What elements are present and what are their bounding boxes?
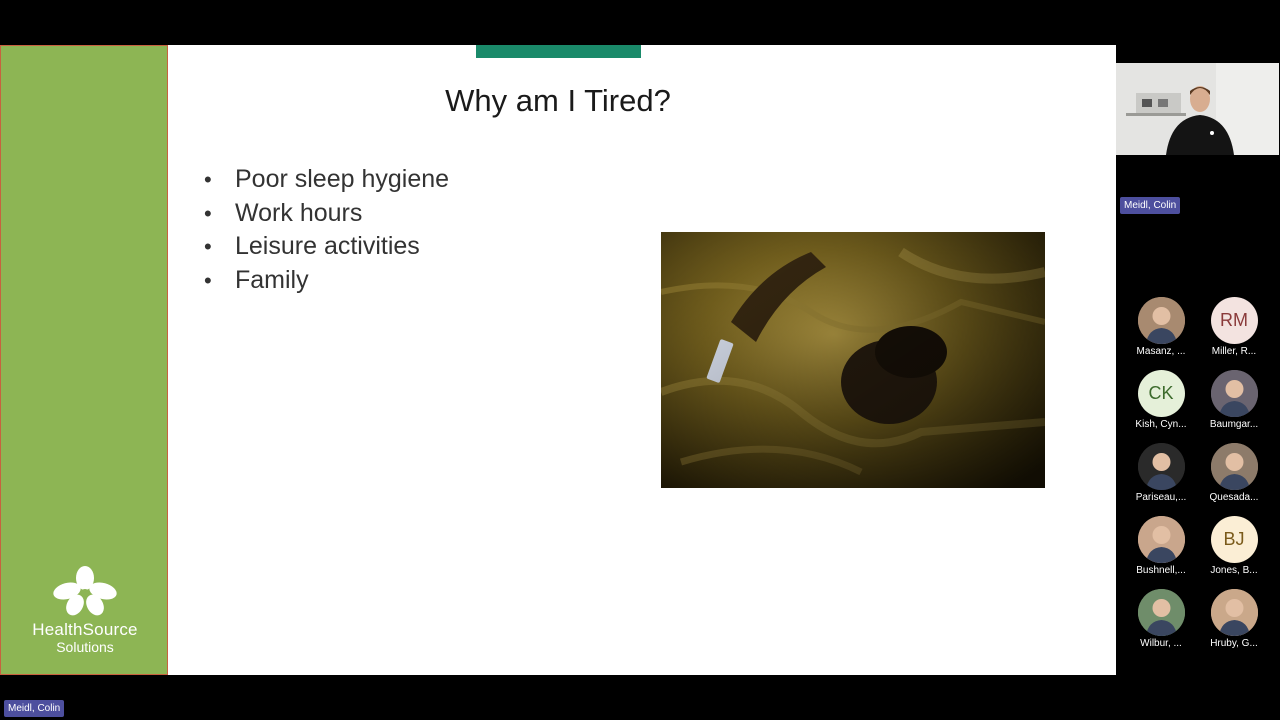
participant-name: Kish, Cyn... xyxy=(1135,419,1187,430)
participant-tile[interactable]: Bushnell,... xyxy=(1124,516,1198,576)
presentation-slide: HealthSource Solutions Why am I Tired? P… xyxy=(0,45,1116,675)
participant-avatar: CK xyxy=(1137,370,1185,417)
participant-avatar xyxy=(1137,589,1185,636)
participant-name: Pariseau,... xyxy=(1135,492,1187,503)
bullet-item: Family xyxy=(204,264,449,298)
participant-tile[interactable]: Quesada... xyxy=(1197,443,1271,503)
presenter-video[interactable] xyxy=(1116,63,1279,155)
participant-avatar xyxy=(1210,589,1258,636)
participant-tile[interactable]: BJ Jones, B... xyxy=(1197,516,1271,576)
participants-panel: Meidl, Colin Masanz, ... RM Miller, R... CK… xyxy=(1116,45,1280,675)
participant-tile[interactable]: CK Kish, Cyn... xyxy=(1124,370,1198,430)
presenter-name-tag: Meidl, Colin xyxy=(1120,197,1181,214)
participant-tile[interactable]: RM Miller, R... xyxy=(1197,297,1271,357)
participant-avatar xyxy=(1210,443,1258,490)
participant-tile[interactable]: Pariseau,... xyxy=(1124,443,1198,503)
participant-name: Jones, B... xyxy=(1210,565,1258,576)
bullet-item: Work hours xyxy=(204,197,449,231)
participant-name: Bushnell,... xyxy=(1136,565,1186,576)
bullet-item: Poor sleep hygiene xyxy=(204,163,449,197)
active-speaker-name-tag: Meidl, Colin xyxy=(4,700,65,717)
slide-title: Why am I Tired? xyxy=(445,83,671,118)
participant-avatar: BJ xyxy=(1210,516,1258,563)
logo-subtitle: Solutions xyxy=(56,639,114,655)
participant-tile[interactable]: Baumgar... xyxy=(1197,370,1271,430)
participant-name: Baumgar... xyxy=(1209,419,1259,430)
bullet-item: Leisure activities xyxy=(204,230,449,264)
participant-avatar xyxy=(1137,297,1185,344)
participant-tile[interactable]: Wilbur, ... xyxy=(1124,589,1198,649)
participant-avatar xyxy=(1137,443,1185,490)
title-accent-bar xyxy=(476,45,641,58)
participant-name: Wilbur, ... xyxy=(1140,638,1182,649)
person-in-bed-with-phone-image xyxy=(661,232,1045,488)
participant-tile[interactable]: Masanz, ... xyxy=(1124,297,1198,357)
participant-tile[interactable]: Hruby, G... xyxy=(1197,589,1271,649)
participant-avatar: RM xyxy=(1210,297,1258,344)
participant-name: Miller, R... xyxy=(1211,346,1257,357)
company-logo: HealthSource Solutions xyxy=(1,564,169,656)
flower-logo-icon xyxy=(53,566,117,616)
participant-avatar xyxy=(1137,516,1185,563)
participant-name: Hruby, G... xyxy=(1210,638,1258,649)
participant-name: Quesada... xyxy=(1209,492,1259,503)
participant-avatar xyxy=(1210,370,1258,417)
participant-name: Masanz, ... xyxy=(1136,346,1186,357)
slide-sidebar: HealthSource Solutions xyxy=(0,45,168,675)
logo-name: HealthSource xyxy=(32,620,138,639)
bullet-list: Poor sleep hygiene Work hours Leisure ac… xyxy=(204,163,449,298)
